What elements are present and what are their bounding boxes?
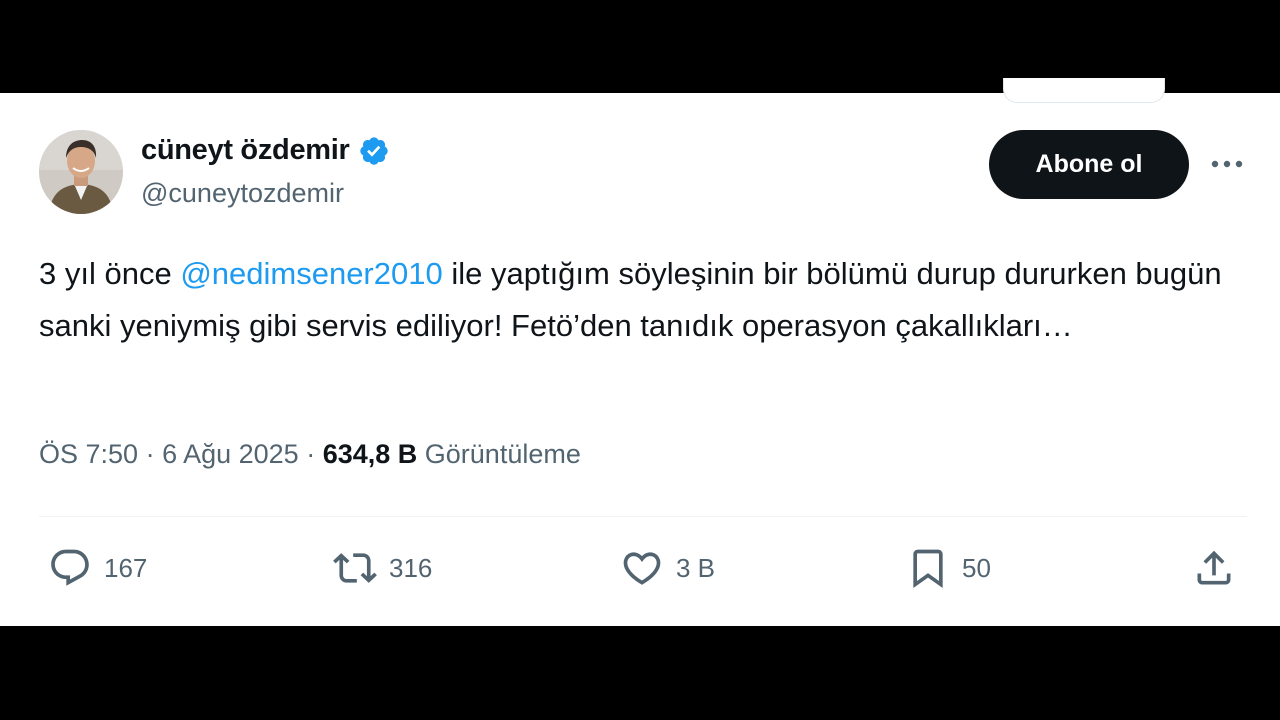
tweet-date[interactable]: 6 Ağu 2025	[162, 439, 299, 470]
meta-separator: ·	[138, 439, 163, 469]
reply-button[interactable]: 167	[48, 545, 147, 591]
repost-count: 316	[389, 552, 433, 583]
author-handle[interactable]: @cuneytozdemir	[141, 178, 344, 209]
author-display-name[interactable]: cüneyt özdemir	[141, 134, 350, 167]
share-icon	[1197, 550, 1231, 585]
heart-icon	[623, 552, 661, 585]
bookmark-count: 50	[962, 552, 991, 583]
repost-button[interactable]: 316	[333, 545, 432, 591]
bookmark-button[interactable]: 50	[906, 545, 991, 591]
tweet-text-before: 3 yıl önce	[39, 256, 181, 291]
more-options-button[interactable]	[1207, 148, 1247, 180]
reply-icon	[51, 549, 89, 586]
repost-icon	[333, 553, 377, 583]
like-count: 3 B	[676, 552, 716, 583]
avatar-image	[39, 130, 123, 214]
more-horizontal-icon	[1211, 160, 1243, 168]
tweet-meta: ÖS 7:50 · 6 Ağu 2025 · 634,8 B Görüntüle…	[39, 439, 581, 470]
views-label: Görüntüleme	[417, 439, 581, 469]
tweet-text: 3 yıl önce @nedimsener2010 ile yaptığım …	[39, 248, 1239, 352]
avatar[interactable]	[39, 130, 123, 214]
bookmark-icon	[913, 549, 943, 589]
verified-badge-icon	[359, 136, 388, 165]
follow-button[interactable]: Abone ol	[989, 130, 1189, 199]
divider	[39, 516, 1247, 517]
meta-separator: ·	[298, 439, 323, 469]
top-pill-button[interactable]	[1003, 78, 1165, 103]
mention-link[interactable]: @nedimsener2010	[180, 256, 442, 291]
tweet-time[interactable]: ÖS 7:50	[39, 439, 138, 470]
share-button[interactable]	[1192, 545, 1236, 591]
like-button[interactable]: 3 B	[620, 545, 715, 591]
author-name-row[interactable]: cüneyt özdemir	[141, 134, 390, 167]
views-count: 634,8 B	[322, 439, 418, 469]
reply-count: 167	[104, 552, 148, 583]
